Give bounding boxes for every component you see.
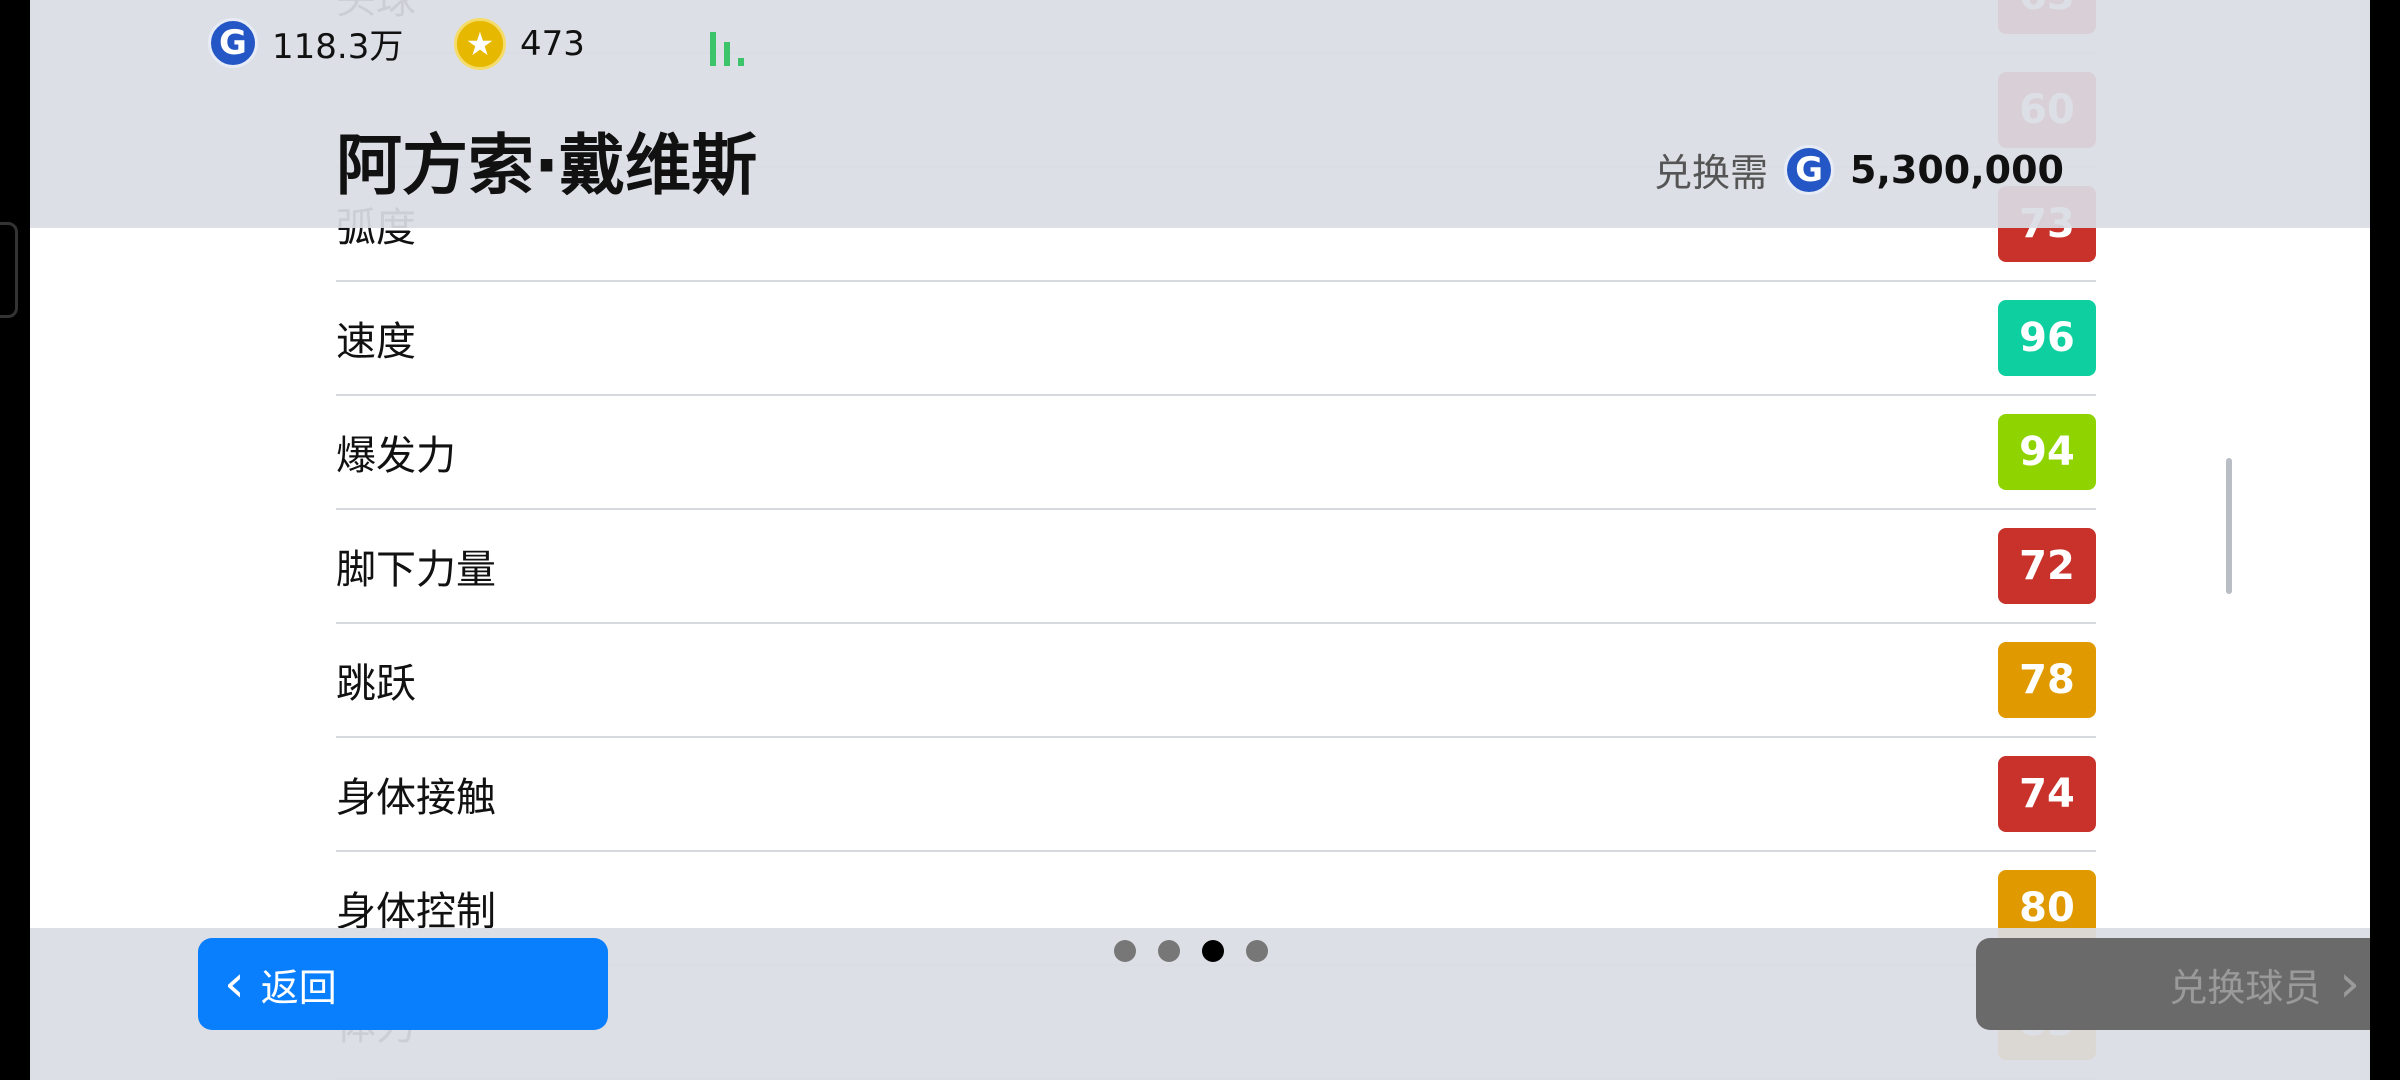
header-bar: G 118.3万 ★ 473 阿方索·戴维斯 兑换需 G 5,300,000	[30, 0, 2370, 228]
stat-label: 跳跃	[336, 661, 416, 707]
chevron-right-icon: ›	[2339, 954, 2360, 1014]
exchange-button-label: 兑换球员	[2169, 965, 2322, 1010]
stat-label: 脚下力量	[336, 547, 496, 593]
page-dot[interactable]	[1246, 940, 1268, 962]
star-coin-icon: ★	[454, 18, 506, 70]
gp-balance: G 118.3万	[208, 18, 403, 68]
stat-row: 爆发力 94	[336, 396, 2096, 510]
scrollbar[interactable]	[2226, 458, 2232, 594]
gp-coin-icon: G	[208, 18, 258, 68]
camera-notch	[0, 222, 18, 318]
right-bezel	[2370, 0, 2400, 1080]
page-dot[interactable]	[1202, 940, 1224, 962]
stat-row: 脚下力量 72	[336, 510, 2096, 624]
stat-label: 身体接触	[336, 775, 496, 821]
player-name: 阿方索·戴维斯	[336, 127, 758, 204]
stat-label: 速度	[336, 319, 416, 365]
back-button[interactable]: ‹ 返回	[198, 938, 608, 1030]
coin-balance: ★ 473	[454, 18, 585, 70]
stat-value-badge: 96	[1998, 300, 2096, 376]
coin-amount: 473	[520, 24, 585, 64]
left-bezel	[0, 0, 30, 1080]
exchange-price: 兑换需 G 5,300,000	[1654, 142, 2064, 197]
stat-value-badge: 94	[1998, 414, 2096, 490]
network-signal-icon	[710, 30, 760, 66]
stat-value-badge: 78	[1998, 642, 2096, 718]
chevron-left-icon: ‹	[224, 954, 245, 1014]
gp-coin-icon: G	[1784, 144, 1835, 195]
stat-value-badge: 74	[1998, 756, 2096, 832]
screen: 头球6360弧度73速度96爆发力94脚下力量72跳跃78身体接触74身体控制8…	[30, 0, 2370, 1080]
back-button-label: 返回	[260, 965, 337, 1010]
stat-row: 跳跃 78	[336, 624, 2096, 738]
stat-row: 速度 96	[336, 282, 2096, 396]
exchange-cost: 5,300,000	[1850, 147, 2064, 192]
gp-amount: 118.3万	[272, 26, 404, 67]
page-dot[interactable]	[1158, 940, 1180, 962]
exchange-need-label: 兑换需	[1654, 151, 1769, 195]
stat-row: 身体接触 74	[336, 738, 2096, 852]
stat-label: 爆发力	[336, 433, 456, 479]
footer-bar: ‹ 返回 兑换球员 ›	[30, 928, 2370, 1080]
exchange-player-button[interactable]: 兑换球员 ›	[1976, 938, 2370, 1030]
page-dot[interactable]	[1114, 940, 1136, 962]
page-indicator	[1114, 940, 1268, 962]
stat-value-badge: 72	[1998, 528, 2096, 604]
